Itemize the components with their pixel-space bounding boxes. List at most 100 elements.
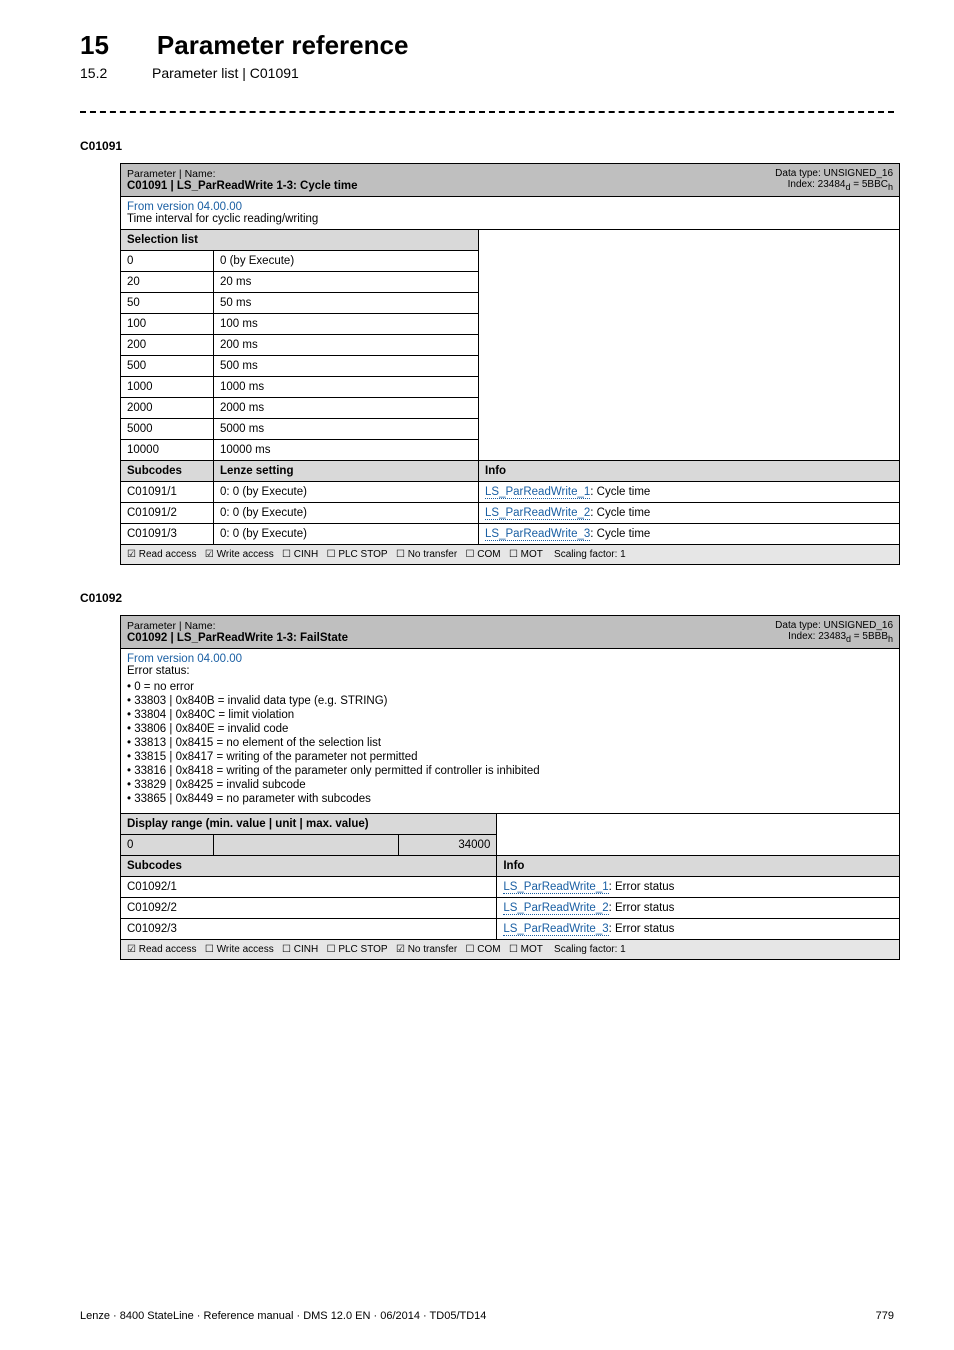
bullet-item: • 33829 | 0x8425 = invalid subcode	[127, 778, 893, 792]
access-write: ☑ Write access	[205, 549, 274, 560]
desc-text: Time interval for cyclic reading/writing	[127, 213, 318, 225]
section-number: 15.2	[80, 65, 104, 81]
subcode-link[interactable]: LS_ParReadWrite_3	[503, 923, 608, 936]
param-code: C01091 | LS_ParReadWrite 1-3: Cycle time	[127, 180, 358, 192]
version-link[interactable]: From version 04.00.00	[127, 653, 242, 665]
access-com: ☐ COM	[466, 944, 501, 955]
subcode-link[interactable]: LS_ParReadWrite_2	[485, 507, 590, 520]
access-mot: ☐ MOT	[509, 549, 543, 560]
param-anchor-c01091: C01091	[80, 139, 894, 153]
bullet-item: • 33806 | 0x840E = invalid code	[127, 722, 893, 736]
sel-num: 20	[121, 272, 214, 293]
access-mot: ☐ MOT	[509, 944, 543, 955]
lenze-header: Lenze setting	[214, 461, 479, 482]
datatype-line1: Data type: UNSIGNED_16	[775, 620, 893, 631]
access-notransfer: ☐ No transfer	[396, 549, 457, 560]
subcode-code: C01092/3	[121, 919, 497, 940]
info-header: Info	[479, 461, 900, 482]
access-row: ☑ Read access ☑ Write access ☐ CINH ☐ PL…	[121, 545, 900, 565]
subcode-setting: 0: 0 (by Execute)	[214, 482, 479, 503]
access-scale: Scaling factor: 1	[554, 944, 626, 955]
param-title: Parameter | Name: C01091 | LS_ParReadWri…	[127, 168, 358, 192]
sel-val: 500 ms	[214, 356, 479, 377]
selection-empty	[479, 230, 900, 461]
subcode-info: LS_ParReadWrite_3: Cycle time	[479, 524, 900, 545]
subcode-info: LS_ParReadWrite_2: Error status	[497, 898, 900, 919]
chapter-number: 15	[80, 30, 109, 61]
sel-val: 20 ms	[214, 272, 479, 293]
subcode-info: LS_ParReadWrite_3: Error status	[497, 919, 900, 940]
access-cinh: ☐ CINH	[282, 549, 318, 560]
subcode-row: C01092/1 LS_ParReadWrite_1: Error status	[121, 877, 900, 898]
display-min: 0	[121, 835, 214, 856]
subcode-link[interactable]: LS_ParReadWrite_1	[485, 486, 590, 499]
section-title: Parameter list | C01091	[152, 65, 299, 81]
subcode-link[interactable]: LS_ParReadWrite_2	[503, 902, 608, 915]
access-com: ☐ COM	[466, 549, 501, 560]
param-label: Parameter | Name:	[127, 168, 358, 180]
sel-num: 0	[121, 251, 214, 272]
subcode-info: LS_ParReadWrite_1: Cycle time	[479, 482, 900, 503]
error-status-label: Error status:	[127, 665, 190, 677]
access-read: ☑ Read access	[127, 944, 197, 955]
subcode-code: C01092/2	[121, 898, 497, 919]
subcode-code: C01091/2	[121, 503, 214, 524]
datatype-line1: Data type: UNSIGNED_16	[775, 168, 893, 179]
display-range-empty	[497, 814, 900, 856]
subcode-link[interactable]: LS_ParReadWrite_3	[485, 528, 590, 541]
subcode-setting: 0: 0 (by Execute)	[214, 524, 479, 545]
access-plc: ☐ PLC STOP	[327, 944, 388, 955]
footer-left: Lenze · 8400 StateLine · Reference manua…	[80, 1310, 486, 1322]
display-unit	[214, 835, 399, 856]
subcode-row: C01091/3 0: 0 (by Execute) LS_ParReadWri…	[121, 524, 900, 545]
sel-num: 5000	[121, 419, 214, 440]
subcode-row: C01092/2 LS_ParReadWrite_2: Error status	[121, 898, 900, 919]
version-link[interactable]: From version 04.00.00	[127, 201, 242, 213]
sel-num: 10000	[121, 440, 214, 461]
sel-num: 200	[121, 335, 214, 356]
divider	[80, 111, 894, 113]
bullet-list: • 0 = no error • 33803 | 0x840B = invali…	[127, 680, 893, 806]
version-desc: From version 04.00.00 Error status: • 0 …	[121, 649, 900, 814]
bullet-item: • 33816 | 0x8418 = writing of the parame…	[127, 764, 893, 778]
sel-val: 10000 ms	[214, 440, 479, 461]
access-row: ☑ Read access ☐ Write access ☐ CINH ☐ PL…	[121, 940, 900, 960]
subcode-code: C01091/1	[121, 482, 214, 503]
sel-num: 50	[121, 293, 214, 314]
page-number: 779	[876, 1310, 894, 1322]
bullet-item: • 33803 | 0x840B = invalid data type (e.…	[127, 694, 893, 708]
sel-val: 2000 ms	[214, 398, 479, 419]
sel-val: 1000 ms	[214, 377, 479, 398]
chapter-header: 15 Parameter reference	[80, 30, 894, 61]
table-c01091: Parameter | Name: C01091 | LS_ParReadWri…	[120, 163, 900, 565]
sel-val: 50 ms	[214, 293, 479, 314]
info-header: Info	[497, 856, 900, 877]
bullet-item: • 33804 | 0x840C = limit violation	[127, 708, 893, 722]
sel-val: 100 ms	[214, 314, 479, 335]
sel-num: 100	[121, 314, 214, 335]
sel-val: 200 ms	[214, 335, 479, 356]
bullet-item: • 0 = no error	[127, 680, 893, 694]
bullet-item: • 33865 | 0x8449 = no parameter with sub…	[127, 792, 893, 806]
access-plc: ☐ PLC STOP	[327, 549, 388, 560]
subcode-code: C01091/3	[121, 524, 214, 545]
section-header: 15.2 Parameter list | C01091	[80, 65, 894, 81]
table-c01092: Parameter | Name: C01092 | LS_ParReadWri…	[120, 615, 900, 960]
sel-num: 2000	[121, 398, 214, 419]
datatype-line2: Index: 23484d = 5BBCh	[775, 179, 893, 192]
selection-list-header: Selection list	[121, 230, 479, 251]
subcode-link[interactable]: LS_ParReadWrite_1	[503, 881, 608, 894]
param-anchor-c01092: C01092	[80, 591, 894, 605]
bullet-item: • 33813 | 0x8415 = no element of the sel…	[127, 736, 893, 750]
version-desc: From version 04.00.00 Time interval for …	[121, 197, 900, 230]
bullet-item: • 33815 | 0x8417 = writing of the parame…	[127, 750, 893, 764]
sel-val: 5000 ms	[214, 419, 479, 440]
subcode-info: LS_ParReadWrite_1: Error status	[497, 877, 900, 898]
param-title: Parameter | Name: C01092 | LS_ParReadWri…	[127, 620, 348, 644]
datatype-info: Data type: UNSIGNED_16 Index: 23483d = 5…	[775, 620, 893, 644]
datatype-line2: Index: 23483d = 5BBBh	[775, 631, 893, 644]
datatype-info: Data type: UNSIGNED_16 Index: 23484d = 5…	[775, 168, 893, 192]
subcode-setting: 0: 0 (by Execute)	[214, 503, 479, 524]
chapter-title: Parameter reference	[157, 30, 409, 61]
access-notransfer: ☑ No transfer	[396, 944, 457, 955]
